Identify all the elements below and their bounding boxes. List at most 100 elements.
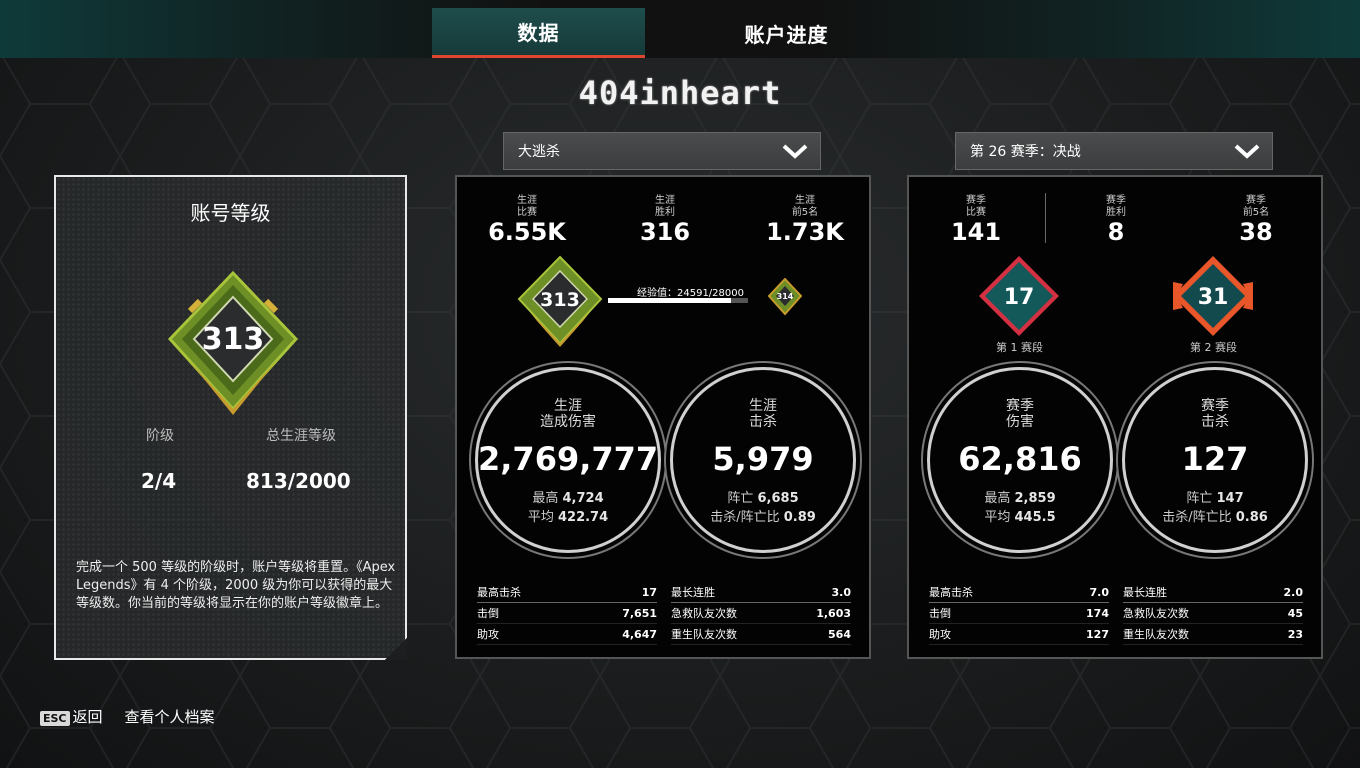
- career-wins-value: 316: [639, 218, 691, 246]
- row-label: 助攻: [929, 628, 951, 641]
- career-kd-value: 0.89: [783, 510, 816, 525]
- season-top5-label: 赛季 前5名: [1242, 195, 1270, 218]
- career-kills-ring: 生涯 击杀 5,979 阵亡 6,685 击杀/阵亡比 0.89: [670, 367, 856, 553]
- split2-label: 第 2 赛段: [1190, 341, 1237, 354]
- row-label: 急救队友次数: [671, 607, 737, 620]
- row-value: 564: [828, 627, 851, 641]
- split2-rank-icon: 31: [1173, 256, 1253, 336]
- career-deaths-label: 阵亡: [727, 491, 754, 506]
- row-label: 最高击杀: [477, 586, 521, 599]
- season-damage-avg-label: 平均: [984, 510, 1011, 525]
- season-damage-best-value: 2,859: [1014, 491, 1056, 506]
- table-row: 急救队友次数 1,603: [671, 603, 851, 624]
- season-wins-label: 赛季 胜利: [1106, 195, 1126, 218]
- career-damage-title: 生涯 造成伤害: [540, 398, 596, 430]
- career-damage-best-value: 4,724: [562, 491, 604, 506]
- next-level-number: 314: [777, 292, 794, 301]
- row-label: 重生队友次数: [1123, 628, 1189, 641]
- account-level-number: 313: [202, 322, 265, 357]
- season-matches-label: 赛季 比赛: [966, 195, 986, 218]
- row-value: 7.0: [1089, 585, 1110, 599]
- xp-bar-fill: [608, 298, 731, 303]
- row-label: 最长连胜: [671, 586, 715, 599]
- divider: [1045, 193, 1046, 243]
- chevron-down-icon: [782, 144, 808, 159]
- total-level-label: 总生涯等级: [266, 428, 336, 444]
- career-damage-avg: 平均 422.74: [478, 506, 658, 525]
- corner-cut: [385, 638, 407, 660]
- season-damage-ring: 赛季 伤害 62,816 最高 2,859 平均 445.5: [927, 367, 1113, 553]
- esc-key-icon: ESC: [40, 711, 70, 726]
- career-matches-label: 生涯 比赛: [517, 195, 537, 218]
- tier-value: 2/4: [141, 469, 177, 493]
- row-value: 2.0: [1283, 585, 1304, 599]
- next-level-badge-icon: 314: [768, 278, 802, 316]
- season-right-table: 最长连胜 2.0 急救队友次数 45 重生队友次数 23: [1123, 582, 1303, 645]
- table-row: 助攻 127: [929, 624, 1109, 645]
- row-value: 45: [1287, 606, 1303, 620]
- table-row: 最长连胜 3.0: [671, 582, 851, 603]
- mode-dropdown-value: 大逃杀: [518, 144, 560, 160]
- tab-account-progress[interactable]: 账户进度: [680, 8, 893, 58]
- row-value: 4,647: [622, 627, 657, 641]
- career-level-number: 313: [540, 289, 580, 311]
- season-top5: 赛季 前5名 38: [1206, 195, 1306, 245]
- career-deaths-value: 6,685: [757, 491, 799, 506]
- footer: ESC 返回 查看个人档案: [40, 706, 215, 727]
- row-label: 助攻: [477, 628, 499, 641]
- season-wins-value: 8: [1107, 218, 1125, 246]
- season-dropdown-value: 第 26 赛季：决战: [970, 144, 1081, 160]
- mode-dropdown[interactable]: 大逃杀: [503, 132, 821, 170]
- career-damage-value: 2,769,777: [478, 440, 659, 478]
- table-row: 最高击杀 17: [477, 582, 657, 603]
- split1-rank-icon: 17: [979, 256, 1059, 336]
- career-top5-value: 1.73K: [766, 218, 844, 246]
- row-label: 最高击杀: [929, 586, 973, 599]
- career-stats-panel: 生涯 比赛 6.55K 生涯 胜利 316 生涯 前5名 1.73K 313 经…: [455, 175, 871, 659]
- total-level-value: 813/2000: [246, 469, 351, 493]
- season-kd-label: 击杀/阵亡比: [1162, 510, 1232, 525]
- tier-label: 阶级: [146, 428, 174, 444]
- career-wins-label: 生涯 胜利: [655, 195, 675, 218]
- season-damage-avg-value: 445.5: [1014, 510, 1056, 525]
- tab-stats[interactable]: 数据: [432, 8, 645, 58]
- account-level-badge-icon: 313: [167, 270, 299, 415]
- career-damage-ring: 生涯 造成伤害 2,769,777 最高 4,724 平均 422.74: [475, 367, 661, 553]
- table-row: 击倒 174: [929, 603, 1109, 624]
- player-name: 404inheart: [578, 74, 782, 112]
- account-level-title: 账号等级: [190, 201, 271, 225]
- season-damage-value: 62,816: [958, 440, 1082, 478]
- view-profile-button[interactable]: 查看个人档案: [125, 706, 215, 727]
- career-matches: 生涯 比赛 6.55K: [477, 195, 577, 245]
- table-row: 急救队友次数 45: [1123, 603, 1303, 624]
- season-wins: 赛季 胜利 8: [1066, 195, 1166, 245]
- career-wins: 生涯 胜利 316: [615, 195, 715, 245]
- table-row: 重生队友次数 564: [671, 624, 851, 645]
- row-label: 急救队友次数: [1123, 607, 1189, 620]
- back-label: 返回: [72, 708, 103, 726]
- career-top5-label: 生涯 前5名: [791, 195, 819, 218]
- season-deaths-label: 阵亡: [1186, 491, 1213, 506]
- row-value: 7,651: [622, 606, 657, 620]
- career-kills-title: 生涯 击杀: [749, 398, 777, 430]
- row-label: 最长连胜: [1123, 586, 1167, 599]
- xp-text: 经验值：24591/28000: [637, 288, 744, 299]
- split1-label: 第 1 赛段: [996, 341, 1043, 354]
- career-kills-value: 5,979: [712, 440, 814, 478]
- row-label: 重生队友次数: [671, 628, 737, 641]
- career-left-table: 最高击杀 17 击倒 7,651 助攻 4,647: [477, 582, 657, 645]
- season-matches: 赛季 比赛 141: [926, 195, 1026, 245]
- account-level-description: 完成一个 500 等级的阶级时，账户等级将重置。《Apex Legends》有 …: [76, 560, 396, 611]
- career-kd-label: 击杀/阵亡比: [710, 510, 780, 525]
- back-button[interactable]: ESC 返回: [40, 706, 103, 727]
- season-dropdown[interactable]: 第 26 赛季：决战: [955, 132, 1273, 170]
- split2-rank-number: 31: [1198, 285, 1229, 310]
- career-kd: 击杀/阵亡比 0.89: [673, 506, 853, 525]
- season-kills-ring: 赛季 击杀 127 阵亡 147 击杀/阵亡比 0.86: [1122, 367, 1308, 553]
- season-damage-avg: 平均 445.5: [930, 506, 1110, 525]
- chevron-down-icon: [1234, 144, 1260, 159]
- row-value: 174: [1086, 606, 1109, 620]
- career-deaths: 阵亡 6,685: [673, 487, 853, 506]
- season-kd-value: 0.86: [1235, 510, 1268, 525]
- career-matches-value: 6.55K: [488, 218, 566, 246]
